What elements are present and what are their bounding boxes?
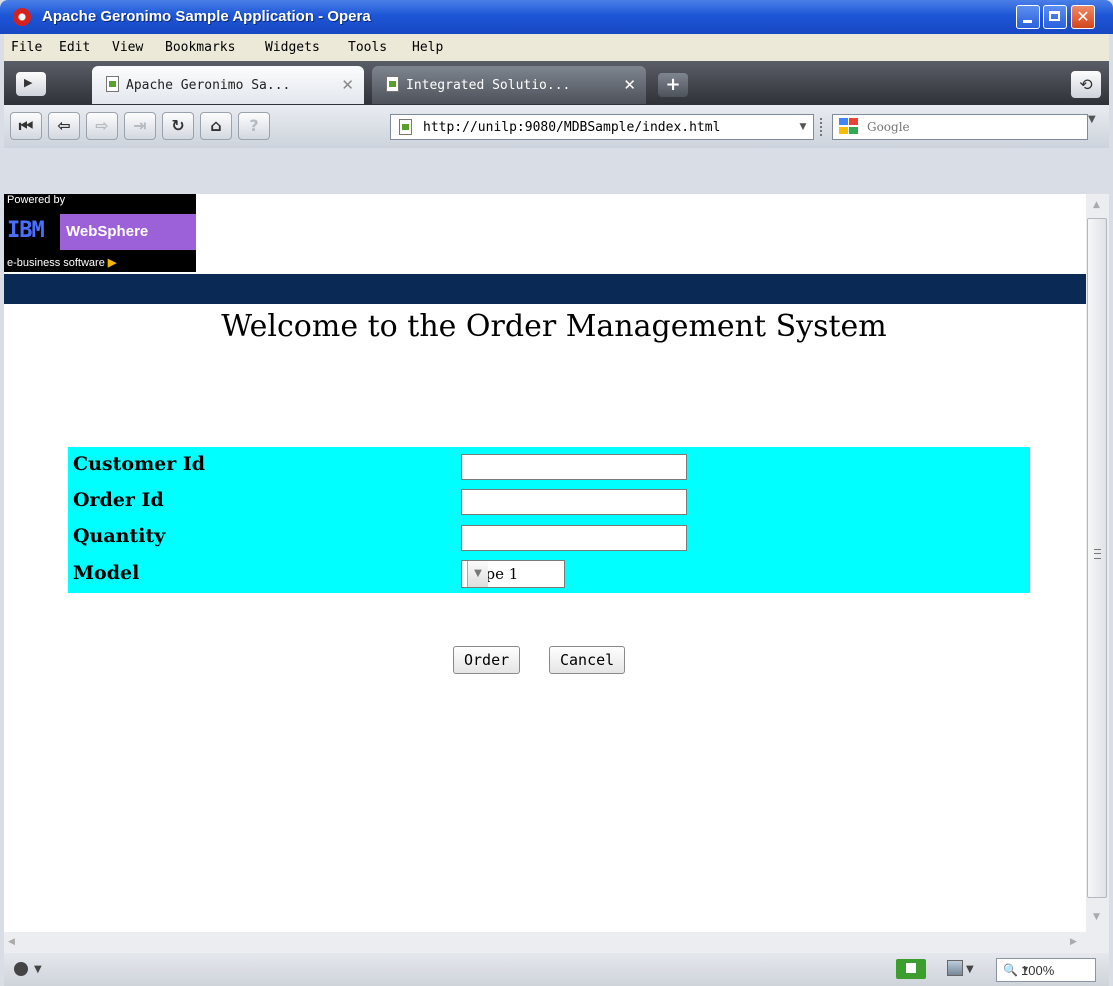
menu-edit[interactable]: Edit	[59, 40, 90, 55]
address-bar[interactable]: ▼	[390, 114, 814, 140]
home-button[interactable]: ⌂	[200, 112, 232, 140]
tab-label: Integrated Solutio...	[406, 78, 571, 93]
customer-id-label: Customer Id	[73, 453, 206, 475]
customer-id-input[interactable]	[461, 454, 687, 480]
ibm-logo: IBM	[7, 218, 45, 243]
websphere-banner: Powered by IBM WebSphere e-business soft…	[4, 194, 196, 272]
scrollbar-thumb[interactable]	[1087, 218, 1107, 898]
navigation-toolbar: ⏮ ⇦ ⇨ ⇥ ↻ ⌂ ? ▼	[4, 105, 1109, 148]
magnifier-icon: 🔍	[1003, 963, 1018, 977]
search-dropdown-icon[interactable]: ▼	[1088, 114, 1096, 125]
page-title: Welcome to the Order Management System	[221, 309, 887, 344]
tab-bar: Apache Geronimo Sa... ✕ Integrated Solut…	[4, 61, 1109, 105]
menu-tools[interactable]: Tools	[348, 40, 387, 55]
browser-window: Apache Geronimo Sample Application - Ope…	[0, 0, 1113, 986]
order-id-input[interactable]	[461, 489, 687, 515]
websphere-logo: WebSphere	[60, 214, 196, 250]
search-box[interactable]	[832, 114, 1088, 140]
order-id-label: Order Id	[73, 489, 164, 511]
page-content: Powered by IBM WebSphere e-business soft…	[4, 194, 1086, 932]
closed-tabs-button[interactable]: ⟲	[1071, 71, 1101, 98]
reload-button[interactable]: ↻	[162, 112, 194, 140]
menu-help[interactable]: Help	[412, 40, 443, 55]
menu-widgets[interactable]: Widgets	[265, 40, 320, 55]
resize-corner[interactable]	[1086, 932, 1109, 953]
model-select[interactable]: Type 1 ▼	[461, 560, 565, 588]
chevron-down-icon[interactable]: ▼	[1021, 964, 1092, 974]
opera-turbo-icon[interactable]	[896, 959, 926, 979]
zoom-control[interactable]: 🔍 100% ▼	[996, 958, 1096, 982]
globe-icon[interactable]	[14, 962, 28, 976]
panel-toggle-button[interactable]	[16, 72, 46, 96]
status-bar: ▼ ▼ 🔍 100% ▼	[4, 953, 1109, 986]
close-window-button[interactable]: ✕	[1071, 5, 1095, 29]
scroll-left-icon[interactable]: ◀	[8, 937, 15, 947]
address-input[interactable]	[423, 117, 783, 137]
order-button[interactable]: Order	[453, 646, 521, 674]
tab-close-icon[interactable]: ✕	[341, 76, 354, 94]
chevron-down-icon[interactable]: ▼	[467, 561, 488, 587]
powered-by-text: Powered by	[7, 194, 66, 206]
chevron-down-icon[interactable]: ▼	[966, 964, 974, 975]
chevron-down-icon[interactable]: ▼	[34, 964, 42, 975]
back-button[interactable]: ⇦	[48, 112, 80, 140]
google-icon	[839, 118, 861, 136]
tab-close-icon[interactable]: ✕	[623, 76, 636, 94]
grip-icon	[1094, 549, 1101, 559]
menu-bookmarks[interactable]: Bookmarks	[165, 40, 235, 55]
menu-bar: File Edit View Bookmarks Widgets Tools H…	[4, 34, 1109, 61]
search-input[interactable]	[867, 117, 1047, 137]
arrow-icon: ▶	[107, 257, 117, 269]
fast-forward-button[interactable]: ⇥	[124, 112, 156, 140]
rewind-button[interactable]: ⏮	[10, 112, 42, 140]
tab-apache-geronimo[interactable]: Apache Geronimo Sa... ✕	[92, 66, 364, 104]
close-icon: ✕	[1076, 7, 1090, 26]
scroll-up-icon[interactable]: ▲	[1093, 200, 1100, 210]
window-title: Apache Geronimo Sample Application - Ope…	[42, 8, 371, 25]
horizontal-scrollbar[interactable]: ◀ ▶	[4, 932, 1086, 953]
cancel-button[interactable]: Cancel	[549, 646, 626, 674]
model-label: Model	[73, 562, 140, 584]
websphere-text: WebSphere	[66, 223, 149, 240]
page-icon	[399, 119, 412, 135]
menu-view[interactable]: View	[112, 40, 143, 55]
chevron-down-icon[interactable]: ▼	[796, 118, 810, 136]
wand-button[interactable]: ?	[238, 112, 270, 140]
tab-label: Apache Geronimo Sa...	[126, 78, 291, 93]
tab-integrated-solutions[interactable]: Integrated Solutio... ✕	[372, 66, 646, 104]
page-icon	[106, 76, 119, 92]
image-icon[interactable]	[947, 960, 963, 976]
ebusiness-text: e-business software ▶	[7, 257, 117, 269]
page-icon	[386, 76, 399, 92]
forward-button[interactable]: ⇨	[86, 112, 118, 140]
new-tab-button[interactable]: +	[658, 73, 688, 97]
toolbar-grip[interactable]	[820, 118, 826, 136]
header-bar	[4, 274, 1086, 304]
scroll-down-icon[interactable]: ▼	[1093, 912, 1100, 922]
minimize-button[interactable]	[1016, 5, 1040, 29]
quantity-input[interactable]	[461, 525, 687, 551]
title-bar: Apache Geronimo Sample Application - Ope…	[0, 0, 1113, 34]
menu-file[interactable]: File	[11, 40, 42, 55]
quantity-label: Quantity	[73, 525, 166, 547]
vertical-scrollbar[interactable]: ▲ ▼	[1086, 194, 1109, 932]
scroll-right-icon[interactable]: ▶	[1070, 937, 1077, 947]
order-form: Customer Id Order Id Quantity Model Type…	[68, 447, 1030, 593]
maximize-button[interactable]	[1043, 5, 1067, 29]
opera-logo-icon	[13, 8, 31, 26]
